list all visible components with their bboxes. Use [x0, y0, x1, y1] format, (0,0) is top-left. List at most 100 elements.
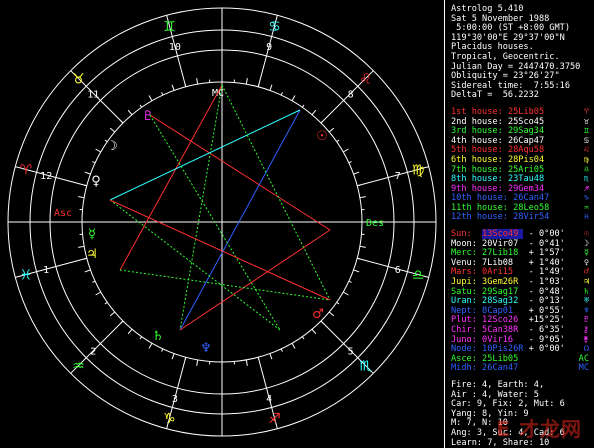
zodiac-sign-icon: ♍	[412, 162, 425, 178]
degree-tick	[83, 184, 87, 187]
planet-glyph-icon: ☽	[106, 139, 118, 154]
house-label: 1st house:	[451, 106, 503, 117]
house-cusps-list: 1st house: 25Lib05 ♈ 2nd house: 25Sco45 ♉ 3r…	[445, 106, 594, 223]
degree-tick	[161, 348, 164, 352]
degree-tick	[78, 196, 85, 199]
aspect-line	[119, 84, 223, 271]
degree-tick	[245, 78, 248, 85]
degree-tick	[280, 92, 283, 96]
planet-label: Jupi:	[451, 277, 483, 288]
house-value: 28Pis04	[507, 154, 545, 165]
house-label: 3rd house:	[451, 126, 503, 137]
house-label: 9th house:	[451, 183, 503, 194]
house-value: 25Ari05	[507, 164, 545, 175]
planet-aspect: + 1°57'	[523, 248, 565, 259]
degree-tick	[95, 148, 102, 153]
planet-glyph-icon: ♄	[152, 329, 164, 344]
planet-label: Chir:	[451, 325, 483, 335]
degree-tick	[171, 84, 175, 91]
house-number: 5	[348, 347, 354, 358]
planet-value: 0Vir16	[482, 334, 524, 345]
descendant-label: Des	[366, 218, 384, 229]
house-number: 1	[43, 265, 49, 276]
degree-tick	[139, 336, 143, 340]
planet-aspect: +15°25'	[523, 315, 565, 326]
house-number: 4	[266, 394, 272, 405]
degree-tick	[171, 353, 175, 360]
house-value: 28Aqu58	[507, 145, 545, 156]
house-label: 8th house:	[451, 174, 503, 185]
planet-value: 25Lib05	[482, 353, 524, 364]
planet-aspect: + 1°40'	[523, 257, 565, 268]
planet-aspect: - 1°03'	[523, 277, 565, 288]
degree-tick	[342, 148, 349, 153]
planet-aspect: - 0°00'	[523, 229, 565, 240]
house-value: 26Can47	[513, 193, 550, 204]
planet-label: Uran:	[451, 296, 483, 307]
planet-value: 26Can47	[482, 363, 524, 374]
planet-glyph-icon: ☿	[88, 227, 96, 242]
planet-aspect: - 6°35'	[523, 325, 565, 335]
house-value: 23Tau48	[507, 174, 545, 185]
planet-aspect: - 1°49'	[523, 267, 565, 278]
zodiac-sign-icon: ♏	[359, 359, 372, 375]
planet-aspect: - 9°05'	[523, 334, 565, 345]
aspect-line	[149, 114, 331, 231]
planet-label: Sun:	[451, 229, 483, 240]
planet-glyph-icon: MC	[578, 363, 589, 374]
degree-tick	[84, 171, 91, 175]
planet-value: 8Cap01	[482, 305, 524, 316]
house-label: 6th house:	[451, 154, 503, 165]
planet-positions-list: Sun: 13Sco49 - 0°00' ☉ Moon: 20Vir07 - 0°4…	[445, 229, 594, 374]
degree-tick	[120, 120, 124, 124]
planet-value: 0Ari15	[482, 267, 524, 278]
degree-tick	[353, 269, 360, 273]
degree-tick	[196, 78, 199, 85]
house-row: 12th house: 28Vir54 ♓	[451, 213, 594, 223]
planet-aspect: - 0°41'	[523, 238, 565, 249]
planet-label: Moon:	[451, 238, 483, 249]
degree-tick	[127, 328, 133, 335]
planet-aspect: + 0°55'	[523, 305, 565, 316]
degree-tick	[280, 348, 283, 352]
degree-tick	[148, 95, 153, 102]
planet-value: 28Sag32	[482, 296, 524, 307]
house-label: 4th house:	[451, 135, 503, 146]
degree-tick	[357, 257, 361, 260]
zodiac-sign-icon: ♒	[72, 359, 85, 375]
zodiac-sign-icon: ♌	[359, 71, 372, 87]
house-value: 29Gem34	[507, 183, 545, 194]
degree-tick	[257, 357, 260, 361]
zodiac-sign-icon: ♋	[268, 19, 281, 35]
planet-label: Satu:	[451, 286, 483, 297]
planet-glyph-icon: ☉	[316, 129, 328, 144]
degree-tick	[95, 291, 102, 296]
degree-tick	[104, 301, 108, 305]
planet-value: 7Lib08	[482, 257, 524, 268]
planet-label: Plut:	[451, 315, 483, 326]
degree-tick	[336, 139, 340, 143]
degree-tick	[359, 245, 366, 248]
degree-tick	[161, 92, 164, 96]
planet-label: Mars:	[451, 267, 483, 278]
planet-aspect: - 0°13'	[523, 296, 565, 307]
house-number: 3	[172, 394, 178, 405]
degree-tick	[245, 359, 248, 366]
degree-tick	[328, 127, 335, 133]
planet-label: Merc:	[451, 248, 483, 259]
aspect-line	[109, 199, 331, 301]
zodiac-sign-icon: ♊	[163, 19, 176, 35]
house-number: 9	[266, 42, 272, 53]
planet-aspect: - 0°48'	[523, 286, 565, 297]
planet-label: Nept:	[451, 305, 483, 316]
degree-tick	[301, 104, 305, 108]
planet-label: Asce:	[451, 353, 483, 364]
aspect-line	[109, 109, 301, 201]
house-number: 10	[169, 42, 181, 53]
planet-aspect: + 0°00'	[523, 344, 565, 355]
degree-tick	[109, 311, 116, 317]
aspect-line	[179, 229, 331, 331]
planet-value: 12Sco26	[482, 315, 524, 326]
degree-tick	[184, 357, 187, 361]
planet-value: 10Pis26R	[482, 344, 524, 355]
